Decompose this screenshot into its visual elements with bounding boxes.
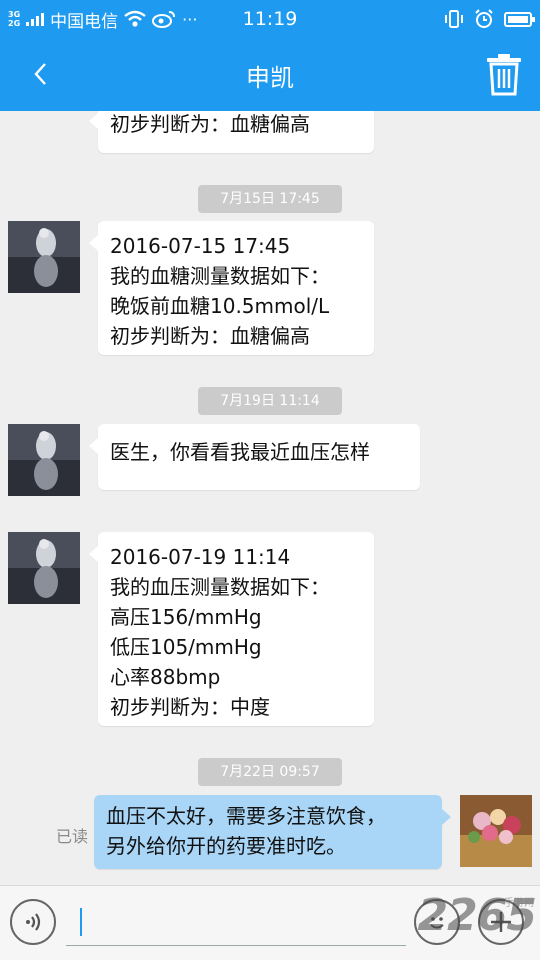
contact-name-title: 申凯 bbox=[246, 64, 294, 92]
voice-button[interactable] bbox=[10, 899, 56, 945]
trash-icon bbox=[487, 54, 521, 96]
flower-basket-avatar-image bbox=[460, 795, 532, 867]
message-bubble[interactable]: 2016-07-19 11:14 我的血压测量数据如下： 高压156/mmHg … bbox=[89, 532, 374, 726]
timestamp-pill: 7月22日 09:57 bbox=[198, 758, 342, 786]
input-bar: 2265 手游网 bbox=[0, 885, 540, 960]
self-avatar[interactable] bbox=[460, 795, 532, 867]
text-caret bbox=[80, 908, 82, 936]
alarm-icon bbox=[475, 9, 493, 28]
contact-avatar[interactable] bbox=[8, 221, 80, 293]
message-line: 2016-07-15 17:45 bbox=[110, 234, 291, 258]
timestamp-pill: 7月15日 17:45 bbox=[198, 185, 342, 213]
message-line: 另外给你开的药要准时吃。 bbox=[106, 834, 346, 858]
battery-icon bbox=[504, 11, 535, 27]
contact-avatar[interactable] bbox=[8, 424, 80, 496]
read-status: 已读 bbox=[56, 827, 89, 846]
contact-avatar[interactable] bbox=[8, 532, 80, 604]
message-line: 心率88bmp bbox=[110, 665, 221, 689]
timestamp-pill: 7月19日 11:14 bbox=[198, 387, 342, 415]
message-line: 初步判断为：中度 bbox=[110, 695, 270, 719]
message-input[interactable] bbox=[66, 896, 406, 946]
message-line: 医生，你看看我最近血压怎样 bbox=[110, 440, 370, 464]
chat-header: 申凯 bbox=[0, 38, 540, 111]
message-list[interactable]: 初步判断为：血糖偏高 7月15日 17:45 2016-07-15 17:45 … bbox=[0, 111, 540, 885]
message-bubble[interactable]: 医生，你看看我最近血压怎样 bbox=[89, 424, 420, 490]
message-line: 低压105/mmHg bbox=[110, 635, 262, 659]
message-line: 我的血压测量数据如下： bbox=[110, 575, 330, 599]
message-line: 初步判断为：血糖偏高 bbox=[110, 324, 310, 348]
tiger-avatar-image bbox=[8, 424, 80, 496]
message-line: 我的血糖测量数据如下： bbox=[110, 264, 330, 288]
message-line: 晚饭前血糖10.5mmol/L bbox=[110, 294, 330, 318]
message-line: 血压不太好，需要多注意饮食， bbox=[106, 804, 386, 828]
message-bubble[interactable]: 2016-07-15 17:45 我的血糖测量数据如下： 晚饭前血糖10.5mm… bbox=[89, 221, 374, 355]
message-bubble-self[interactable]: 血压不太好，需要多注意饮食， 另外给你开的药要准时吃。 bbox=[94, 795, 451, 869]
site-watermark-sub: 手游网 bbox=[504, 898, 534, 909]
vibrate-icon bbox=[445, 10, 463, 28]
tiger-avatar-image bbox=[8, 532, 80, 604]
tiger-avatar-image bbox=[8, 221, 80, 293]
status-bar: 3G 2G 中国电信 ··· 11:19 bbox=[0, 0, 540, 38]
message-bubble[interactable]: 初步判断为：血糖偏高 bbox=[89, 111, 374, 153]
delete-button[interactable] bbox=[484, 52, 524, 96]
status-right bbox=[444, 6, 535, 32]
message-line: 2016-07-19 11:14 bbox=[110, 545, 291, 569]
message-line: 高压156/mmHg bbox=[110, 605, 262, 629]
message-line: 初步判断为：血糖偏高 bbox=[110, 112, 310, 136]
voice-icon bbox=[26, 913, 41, 931]
